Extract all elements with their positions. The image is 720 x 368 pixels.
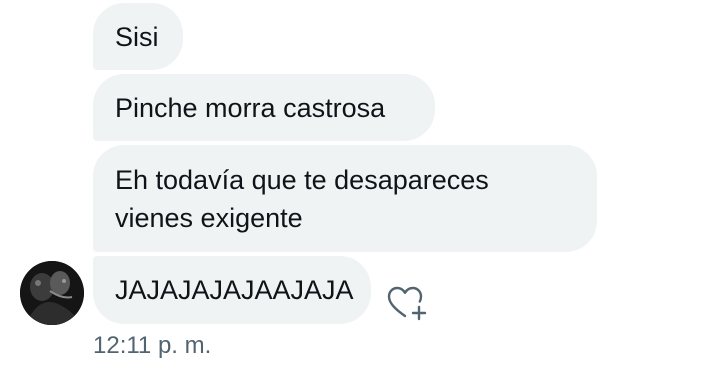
message-bubble[interactable]: Eh todavía que te desapareces vienes exi… bbox=[93, 145, 597, 252]
react-button[interactable] bbox=[385, 284, 429, 324]
message-text: Pinche morra castrosa bbox=[115, 93, 386, 123]
message-bubble[interactable]: JAJAJAJAJAAJAJA bbox=[93, 256, 371, 324]
message-bubble[interactable]: Sisi bbox=[93, 3, 183, 70]
avatar-image bbox=[20, 261, 84, 325]
heart-plus-icon bbox=[387, 286, 427, 321]
avatar[interactable] bbox=[20, 261, 84, 325]
message-timestamp: 12:11 p. m. bbox=[93, 332, 212, 359]
message-text: JAJAJAJAJAAJAJA bbox=[115, 275, 354, 305]
message-bubble[interactable]: Pinche morra castrosa bbox=[93, 74, 435, 141]
message-text: Eh todavía que te desapareces vienes exi… bbox=[115, 165, 489, 233]
message-text: Sisi bbox=[115, 22, 159, 52]
